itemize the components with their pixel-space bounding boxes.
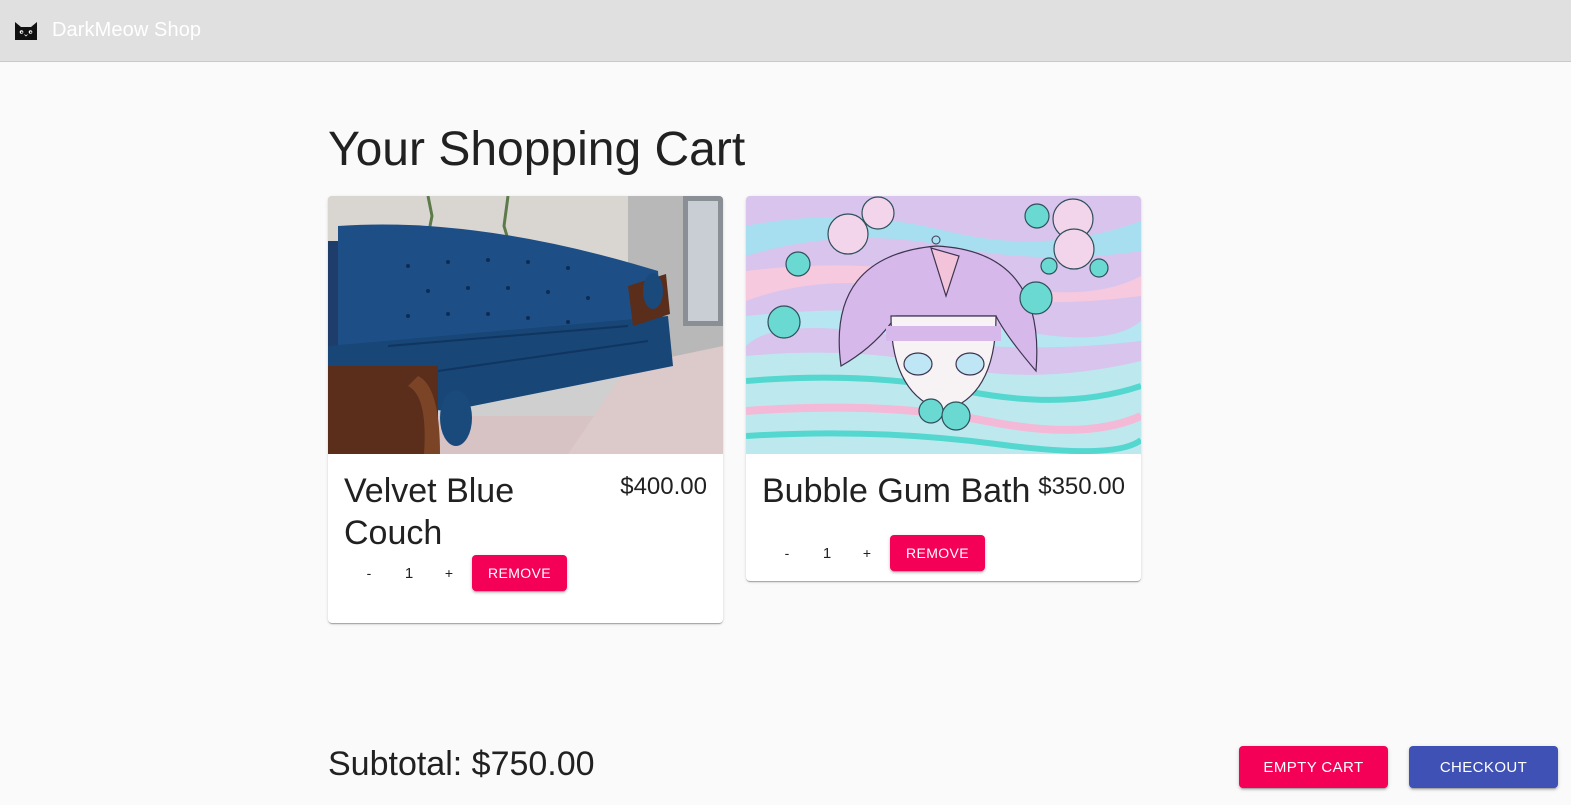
app-bar: DarkMeow Shop — [0, 0, 1571, 62]
remove-button[interactable]: REMOVE — [890, 535, 985, 571]
quantity-value: 1 — [404, 564, 414, 582]
cart-item-card: Velvet Blue Couch $400.00 - 1 + REMOVE — [328, 196, 723, 623]
card-actions: - 1 + REMOVE — [328, 550, 723, 596]
page-title: Your Shopping Cart — [328, 123, 746, 176]
item-name: Velvet Blue Couch — [344, 472, 515, 552]
app-title[interactable]: DarkMeow Shop — [52, 19, 201, 42]
cart-item-card: Bubble Gum Bath $350.00 - 1 + REMOVE — [746, 196, 1141, 581]
checkout-button[interactable]: CHECKOUT — [1409, 746, 1558, 788]
increment-button[interactable]: + — [432, 555, 466, 591]
increment-button[interactable]: + — [850, 535, 884, 571]
item-price: $350.00 — [1038, 473, 1125, 500]
subtotal: Subtotal: $750.00 — [328, 745, 595, 783]
card-actions: - 1 + REMOVE — [746, 530, 1141, 576]
couch-image — [328, 196, 723, 454]
empty-cart-button[interactable]: EMPTY CART — [1239, 746, 1388, 788]
cat-icon[interactable] — [13, 19, 39, 43]
decrement-button[interactable]: - — [352, 555, 386, 591]
item-price: $400.00 — [620, 473, 707, 500]
quantity-value: 1 — [822, 544, 832, 562]
bubble-gum-bath-image — [746, 196, 1141, 454]
decrement-button[interactable]: - — [770, 535, 804, 571]
card-content: Velvet Blue Couch $400.00 — [328, 454, 723, 552]
card-content: Bubble Gum Bath $350.00 — [746, 454, 1141, 530]
remove-button[interactable]: REMOVE — [472, 555, 567, 591]
item-name: Bubble Gum Bath — [762, 472, 1031, 510]
